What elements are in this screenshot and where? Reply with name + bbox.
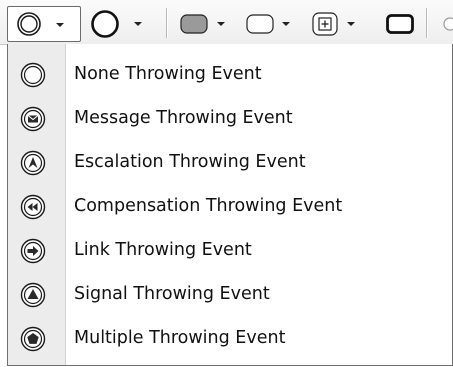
event-throwing-icon — [16, 11, 42, 41]
toolbar-more-button[interactable] — [436, 12, 453, 36]
chevron-down-icon — [217, 22, 225, 26]
menu-item-label: Message Throwing Event — [74, 108, 293, 128]
menu-item-multiple-throwing-event[interactable]: Multiple Throwing Event — [8, 316, 452, 360]
event-type-menu: None Throwing Event Message Throwing Eve… — [7, 44, 453, 366]
menu-item-label: Multiple Throwing Event — [74, 328, 286, 348]
chevron-down-icon — [134, 22, 142, 26]
subprocess-icon — [312, 12, 338, 36]
toolbar-separator — [426, 8, 428, 38]
rectangle-shape-button[interactable] — [372, 6, 418, 42]
menu-item-compensation-throwing-event[interactable]: Compensation Throwing Event — [8, 184, 452, 228]
subprocess-dropdown-button[interactable] — [308, 6, 370, 42]
chevron-down-icon — [282, 22, 290, 26]
chevron-down-icon — [56, 23, 64, 27]
menu-item-message-throwing-event[interactable]: Message Throwing Event — [8, 96, 452, 140]
rect-bold-icon — [386, 14, 414, 34]
message-throwing-event-icon — [20, 106, 46, 132]
menu-item-link-throwing-event[interactable]: Link Throwing Event — [8, 228, 452, 272]
menu-item-escalation-throwing-event[interactable]: Escalation Throwing Event — [8, 140, 452, 184]
signal-throwing-event-icon — [20, 282, 46, 308]
multiple-throwing-event-icon — [20, 326, 46, 352]
task-shape-dropdown-button[interactable] — [176, 6, 238, 42]
partial-icon — [440, 16, 453, 36]
compensation-throwing-event-icon — [20, 194, 46, 220]
menu-item-label: Escalation Throwing Event — [74, 152, 306, 172]
toolbar-separator — [166, 8, 168, 38]
rounded-rect-filled-icon — [180, 14, 208, 34]
menu-item-label: Compensation Throwing Event — [74, 196, 343, 216]
event-throwing-dropdown-button[interactable] — [7, 6, 81, 42]
toolbar — [0, 0, 453, 45]
menu-item-none-throwing-event[interactable]: None Throwing Event — [8, 52, 452, 96]
menu-item-label: Signal Throwing Event — [74, 284, 270, 304]
chevron-down-icon — [347, 22, 355, 26]
link-throwing-event-icon — [20, 238, 46, 264]
escalation-throwing-event-icon — [20, 150, 46, 176]
menu-item-label: None Throwing Event — [74, 64, 262, 84]
menu-item-signal-throwing-event[interactable]: Signal Throwing Event — [8, 272, 452, 316]
circle-shape-dropdown-button[interactable] — [86, 6, 158, 42]
menu-item-label: Link Throwing Event — [74, 240, 252, 260]
rounded-rect-icon — [246, 14, 274, 34]
activity-shape-dropdown-button[interactable] — [242, 6, 304, 42]
none-throwing-event-icon — [20, 62, 46, 88]
circle-icon — [90, 9, 120, 39]
